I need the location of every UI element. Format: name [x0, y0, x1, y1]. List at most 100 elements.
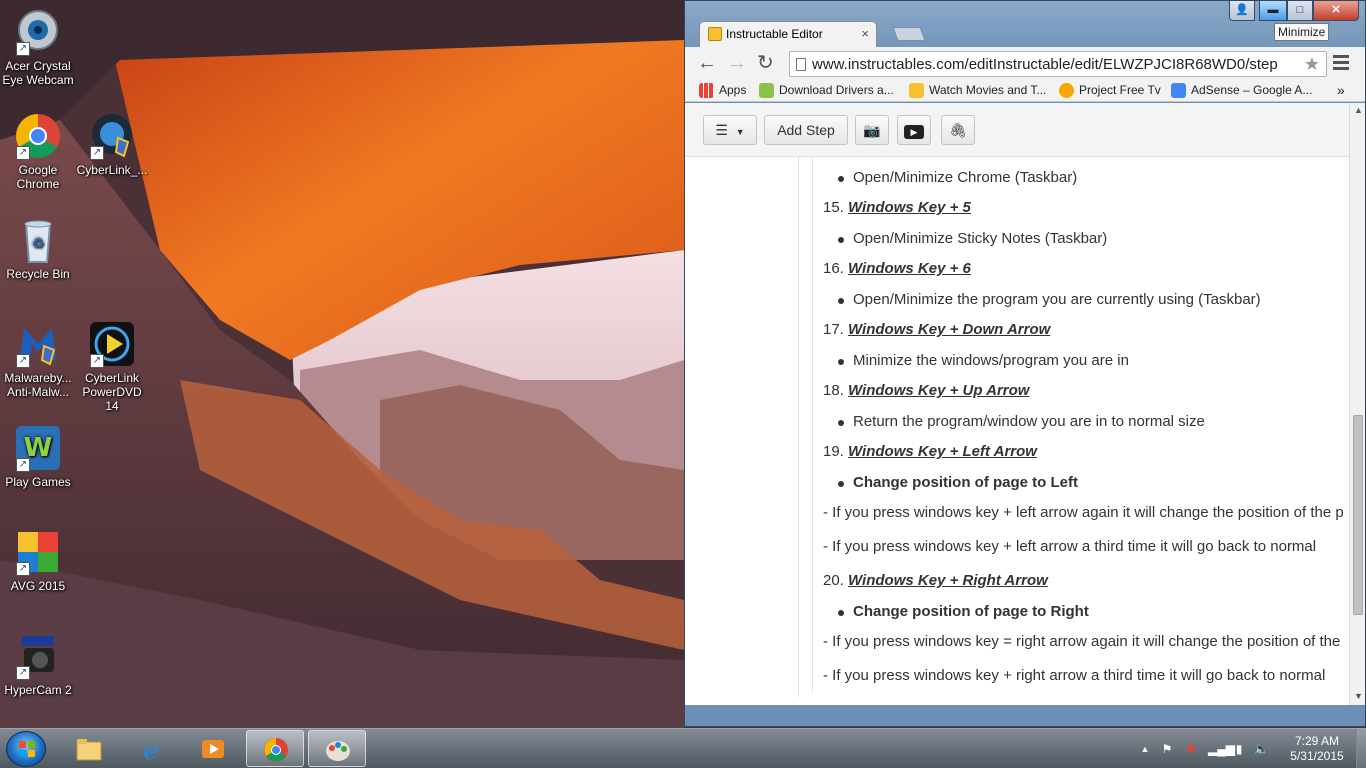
taskbar-explorer[interactable] — [60, 730, 118, 767]
paperclip-icon: 🖇 — [949, 122, 967, 138]
show-hidden-icons-button[interactable]: ▲ — [1138, 742, 1152, 756]
bookmark-star-icon[interactable]: ★ — [1304, 54, 1320, 75]
desktop-icon-google-chrome[interactable]: ↗ Google Chrome — [0, 112, 76, 191]
editor-left-panel — [685, 157, 799, 697]
chevron-down-icon: ▼ — [735, 127, 745, 137]
add-step-button[interactable]: Add Step — [764, 115, 848, 145]
bookmarks-bar: Apps Download Drivers a... Watch Movies … — [685, 80, 1365, 102]
signal-bars-icon[interactable]: ▂▄▆ — [1208, 742, 1235, 756]
desktop-icon-hypercam[interactable]: ↗ HyperCam 2 — [0, 632, 76, 697]
desktop-icon-label: AVG 2015 — [10, 579, 66, 593]
minimize-tooltip: Minimize — [1274, 23, 1330, 41]
video-button[interactable]: ▶ — [897, 115, 931, 145]
paint-icon — [326, 741, 350, 761]
hypercam-icon: ↗ — [14, 632, 62, 680]
attach-button[interactable]: 🖇 — [941, 115, 975, 145]
minimize-button[interactable]: ▬ — [1259, 1, 1287, 21]
action-center-icon[interactable]: ⚑ — [1160, 742, 1174, 756]
bookmark-adsense[interactable]: AdSense – Google A... — [1171, 83, 1312, 98]
powerdvd-icon: ↗ — [88, 320, 136, 368]
show-desktop-button[interactable] — [1356, 729, 1366, 768]
desktop-icon-label: HyperCam 2 — [4, 683, 72, 697]
new-tab-button[interactable] — [892, 27, 926, 41]
malwarebytes-icon: ↗ — [14, 320, 62, 368]
vertical-scroll-thumb[interactable] — [1353, 415, 1363, 615]
flag-error-icon[interactable]: ✖ — [1184, 742, 1198, 756]
desktop-icon-powerdvd[interactable]: ↗ CyberLink PowerDVD 14 — [74, 320, 150, 413]
note-line: - If you press windows key = right arrow… — [823, 633, 1343, 650]
start-button[interactable] — [6, 731, 46, 767]
reload-icon[interactable]: ↻ — [757, 53, 774, 73]
taskbar-chrome[interactable] — [246, 730, 304, 767]
vertical-scrollbar[interactable]: ▲ ▼ — [1349, 103, 1365, 705]
desktop-icon-acer-webcam[interactable]: ↗ Acer Crystal Eye Webcam — [0, 8, 76, 87]
numbered-shortcut-item: 18. Windows Key + Up Arrow — [823, 382, 1029, 399]
battery-icon[interactable]: ▮ — [1232, 742, 1246, 756]
bullet-item: Open/Minimize the program you are curren… — [838, 291, 1261, 308]
tab-close-icon[interactable]: × — [861, 26, 869, 41]
user-icon: 👤 — [1235, 4, 1249, 16]
tab-instructable-editor[interactable]: Instructable Editor × — [699, 21, 877, 48]
forward-arrow-icon[interactable]: → — [727, 53, 747, 73]
play-games-icon: W ↗ — [14, 424, 62, 472]
desktop-icon-label: Recycle Bin — [6, 267, 70, 281]
chrome-icon: ↗ — [14, 112, 62, 160]
taskbar-paint[interactable] — [308, 730, 366, 767]
tab-title: Instructable Editor — [726, 27, 823, 41]
bookmark-favicon-icon — [1059, 83, 1074, 98]
taskbar-internet-explorer[interactable]: e — [122, 730, 180, 767]
instructables-favicon-icon — [708, 27, 722, 41]
chrome-icon — [264, 738, 288, 762]
back-arrow-icon[interactable]: ← — [697, 53, 717, 73]
numbered-shortcut-item: 16. Windows Key + 6 — [823, 260, 971, 277]
bookmark-apps[interactable]: Apps — [699, 83, 746, 98]
bookmarks-more-button[interactable]: » — [1337, 82, 1345, 98]
maximize-icon: □ — [1296, 4, 1304, 16]
bookmark-watch-movies[interactable]: Watch Movies and T... — [909, 83, 1047, 98]
clock-date: 5/31/2015 — [1290, 749, 1344, 763]
list-format-button[interactable]: ☰ ▼ — [703, 115, 757, 145]
bullet-item: Open/Minimize Sticky Notes (Taskbar) — [837, 230, 1108, 247]
scroll-down-icon[interactable]: ▼ — [1354, 691, 1363, 701]
window-caption-bar[interactable]: Instructable Editor × 👤 ▬ □ ✕ Minimize — [685, 1, 1365, 48]
bookmark-favicon-icon — [759, 83, 774, 98]
svg-text:e: e — [143, 736, 158, 762]
profile-button[interactable]: 👤 — [1229, 1, 1255, 21]
desktop-icon-label: CyberLink PowerDVD 14 — [82, 371, 142, 413]
close-window-button[interactable]: ✕ — [1313, 1, 1359, 21]
desktop-icon-cyberlink[interactable]: ↗ CyberLink_... — [74, 112, 150, 177]
maximize-button[interactable]: □ — [1287, 1, 1313, 21]
desktop-icon-play-games[interactable]: W ↗ Play Games — [0, 424, 76, 489]
note-line: - If you press windows key + left arrow … — [823, 538, 1317, 555]
scroll-up-icon[interactable]: ▲ — [1354, 105, 1363, 115]
video-play-icon: ▶ — [904, 125, 924, 139]
bookmark-download-drivers[interactable]: Download Drivers a... — [759, 83, 894, 98]
bookmark-project-free-tv[interactable]: Project Free Tv — [1059, 83, 1161, 98]
desktop-icon-malwarebytes[interactable]: ↗ Malwareby... Anti-Malw... — [0, 320, 76, 399]
note-line: - If you press windows key + right arrow… — [823, 667, 1326, 684]
camera-icon: 📷 — [863, 122, 881, 138]
item-number: 17. — [823, 321, 844, 338]
desktop-icon-avg[interactable]: ↗ AVG 2015 — [0, 528, 76, 593]
bookmark-label: Download Drivers a... — [779, 83, 894, 97]
svg-text:♻: ♻ — [32, 235, 45, 251]
editor-toolbar: ☰ ▼ Add Step 📷 ▶ 🖇 — [685, 103, 1349, 157]
page-content: ☰ ▼ Add Step 📷 ▶ 🖇 Open/Minimize Chrome … — [685, 103, 1365, 705]
minimize-icon: ▬ — [1267, 4, 1279, 16]
taskbar-media-player[interactable] — [184, 730, 242, 767]
windows-logo-icon — [19, 741, 35, 757]
cyberlink-icon: ↗ — [88, 112, 136, 160]
bullet-item: Return the program/window you are in to … — [838, 413, 1205, 430]
step-text-editor[interactable]: Open/Minimize Chrome (Taskbar) 15. Window… — [812, 157, 1343, 693]
notification-area: ▲ ⚑ ✖ ▂▄▆ ▮ 🔈 7:29 AM 5/31/2015 — [1136, 729, 1366, 768]
system-clock[interactable]: 7:29 AM 5/31/2015 — [1286, 734, 1348, 764]
volume-icon[interactable]: 🔈 — [1254, 742, 1269, 756]
bullet-item: Change position of page to Left — [838, 474, 1078, 491]
numbered-shortcut-item: 20. Windows Key + Right Arrow — [823, 572, 1048, 589]
bookmark-label: Watch Movies and T... — [929, 83, 1047, 97]
address-bar[interactable]: www.instructables.com/editInstructable/e… — [789, 51, 1327, 77]
camera-button[interactable]: 📷 — [855, 115, 889, 145]
url-text: www.instructables.com/editInstructable/e… — [812, 56, 1278, 73]
desktop-icon-recycle-bin[interactable]: ♻ Recycle Bin — [0, 216, 76, 281]
chrome-menu-icon[interactable] — [1333, 55, 1349, 71]
